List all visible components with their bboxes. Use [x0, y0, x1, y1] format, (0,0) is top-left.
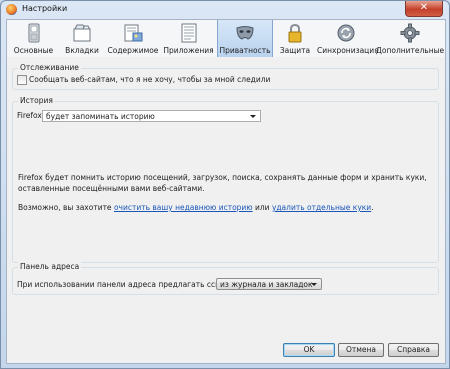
history-suggestion-text: Возможно, вы захотите очистить вашу неда…	[18, 203, 374, 212]
applications-icon	[179, 23, 199, 43]
cancel-button[interactable]: Отмена	[338, 343, 384, 357]
tab-advanced[interactable]: Дополнительные	[376, 20, 445, 57]
history-group: История Firefox: будет запоминать истори…	[12, 96, 439, 263]
suggest-value: из журнала и закладок	[220, 280, 313, 289]
sync-icon	[336, 23, 356, 43]
tab-label: Основные	[13, 46, 54, 55]
tracking-group: Отслеживание Сообщать веб-сайтам, что я …	[12, 63, 439, 90]
chevron-down-icon	[250, 115, 256, 118]
tab-applications[interactable]: Приложения	[162, 20, 215, 57]
history-mode-dropdown[interactable]: будет запоминать историю	[42, 110, 261, 122]
tab-tabs[interactable]: Вкладки	[60, 20, 104, 57]
tab-label: Приложения	[163, 46, 214, 55]
padlock-icon	[285, 23, 305, 43]
gear-icon	[400, 23, 420, 43]
tab-content[interactable]: Содержимое	[106, 20, 160, 57]
window-title: Настройки	[22, 4, 68, 13]
location-bar-legend: Панель адреса	[18, 262, 82, 271]
tab-label: Вкладки	[65, 46, 99, 55]
firefox-label: Firefox:	[17, 111, 45, 120]
tab-general[interactable]: Основные	[9, 20, 58, 57]
close-button[interactable]: ✕	[405, 1, 443, 17]
maybe-text: Возможно, вы захотите	[18, 203, 114, 212]
tab-privacy[interactable]: Приватность	[217, 20, 273, 57]
tab-label: Защита	[279, 46, 311, 55]
tab-label: Синхронизация	[317, 46, 379, 55]
history-description: Firefox будет помнить историю посещений,…	[18, 173, 427, 193]
do-not-track-checkbox[interactable]	[17, 75, 27, 85]
chevron-down-icon	[311, 283, 317, 286]
tabs-icon	[72, 23, 92, 43]
tab-label: Содержимое	[107, 46, 159, 55]
content-icon	[123, 23, 143, 43]
do-not-track-label[interactable]: Сообщать веб-сайтам, что я не хочу, чтоб…	[29, 75, 270, 84]
tab-label: Приватность	[219, 46, 271, 55]
preferences-window: Настройки ✕ Основные Вкладки Содержимое	[0, 0, 450, 369]
tab-label: Дополнительные	[376, 46, 445, 55]
ok-button[interactable]: OK	[283, 343, 335, 357]
remove-cookies-link[interactable]: удалить отдельные куки	[272, 203, 371, 212]
firefox-app-icon	[6, 4, 17, 15]
or-text: или	[252, 203, 272, 212]
title-bar[interactable]: Настройки ✕	[1, 1, 449, 19]
general-switch-icon	[24, 23, 44, 43]
tab-sync[interactable]: Синхронизация	[317, 20, 379, 57]
history-legend: История	[18, 96, 55, 105]
clear-history-link[interactable]: очистить вашу недавнюю историю	[114, 203, 253, 212]
tracking-legend: Отслеживание	[18, 63, 81, 72]
suggest-label: При использовании панели адреса предлага…	[17, 280, 238, 289]
privacy-mask-icon	[235, 23, 255, 43]
end-text: .	[371, 203, 374, 212]
suggest-dropdown[interactable]: из журнала и закладок	[216, 278, 322, 290]
tab-security[interactable]: Защита	[275, 20, 315, 57]
location-bar-group: Панель адреса При использовании панели а…	[12, 262, 439, 295]
history-mode-value: будет запоминать историю	[46, 112, 155, 121]
preferences-tab-bar: Основные Вкладки Содержимое Приложения П…	[6, 19, 446, 58]
help-button[interactable]: Справка	[388, 343, 439, 357]
privacy-panel: Отслеживание Сообщать веб-сайтам, что я …	[6, 57, 446, 364]
